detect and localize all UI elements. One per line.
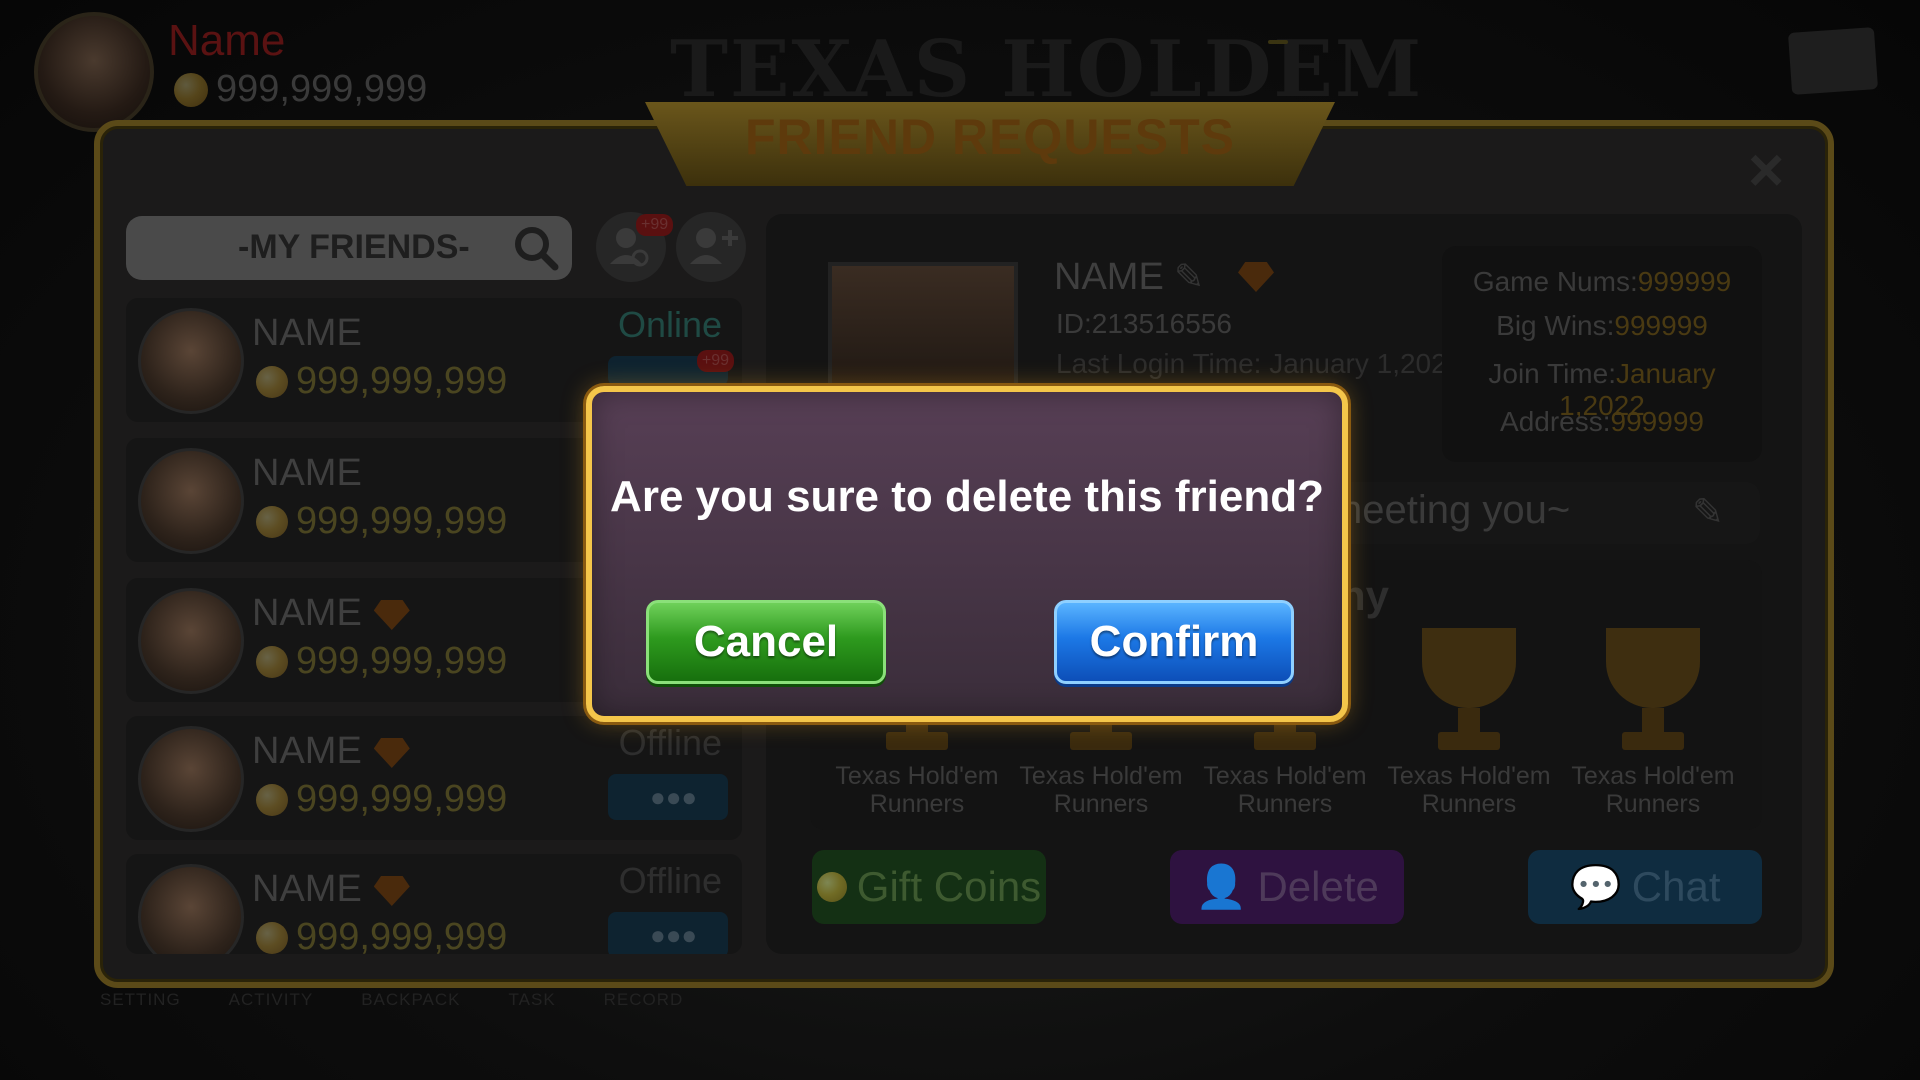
dialog-question: Are you sure to delete this friend? (610, 472, 1324, 521)
confirm-button[interactable]: Confirm (1054, 600, 1294, 684)
delete-confirm-dialog: Are you sure to delete this friend? Canc… (586, 386, 1348, 722)
cancel-button[interactable]: Cancel (646, 600, 886, 684)
